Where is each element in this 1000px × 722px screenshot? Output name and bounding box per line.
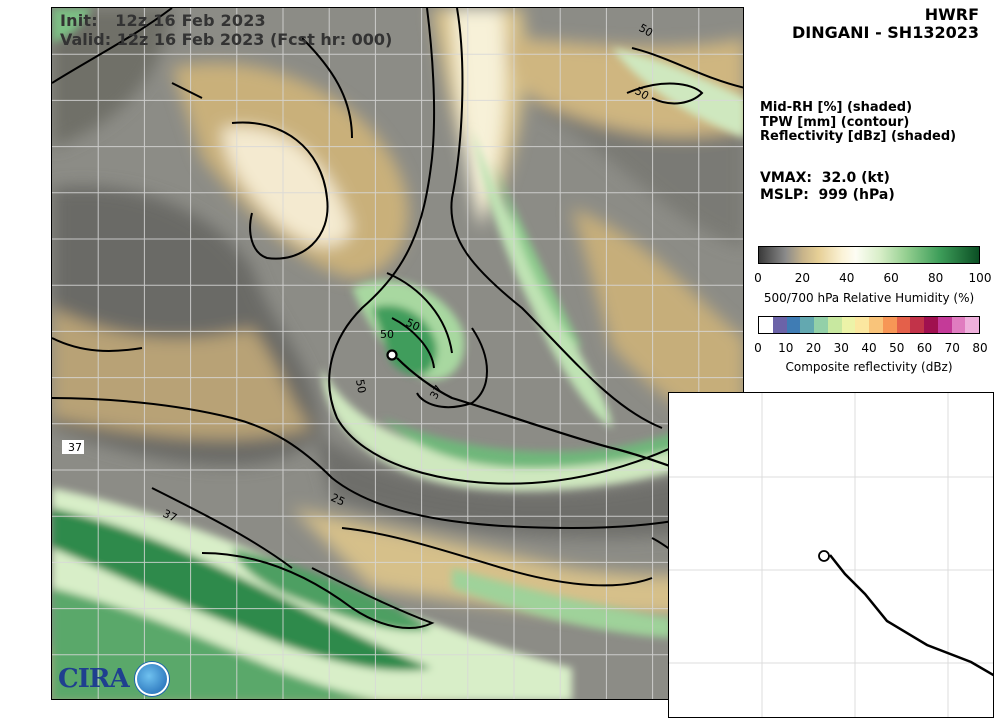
- reflectivity-tick-label: 30: [833, 341, 849, 355]
- reflectivity-swatch: [924, 317, 938, 333]
- reflectivity-tick-label: 40: [861, 341, 877, 355]
- rh-tick-label: 0: [754, 271, 762, 285]
- reflectivity-swatch: [759, 317, 773, 333]
- reflectivity-swatch: [814, 317, 828, 333]
- globe-icon: [134, 662, 169, 696]
- rh-tick-label: 100: [968, 271, 992, 285]
- storm-position-marker: [386, 349, 398, 361]
- map-panel: 50 50 50 50 50 37 37 25 37: [51, 7, 744, 700]
- mslp-readout: MSLP: 999 (hPa): [760, 187, 895, 203]
- reflectivity-swatch: [910, 317, 924, 333]
- rh-tick-label: 40: [839, 271, 855, 285]
- legend-refl: Reflectivity [dBz] (shaded): [760, 129, 957, 144]
- reflectivity-swatch: [827, 317, 842, 333]
- rh-tick-label: 20: [794, 271, 811, 285]
- reflectivity-swatch: [786, 317, 801, 333]
- map-svg: 50 50 50 50 50 37 37 25 37: [52, 8, 743, 699]
- contour-label: 50: [380, 328, 394, 341]
- reflectivity-tick-label: 10: [778, 341, 794, 355]
- legend-tpw: TPW [mm] (contour): [760, 115, 910, 130]
- track-inset-map: [668, 392, 994, 718]
- reflectivity-tick-label: 60: [916, 341, 933, 355]
- reflectivity-swatch: [937, 317, 952, 333]
- reflectivity-tick-label: 80: [972, 341, 988, 355]
- reflectivity-colorbar-title: Composite reflectivity (dBz): [785, 360, 953, 374]
- reflectivity-swatch: [896, 317, 911, 333]
- logo-text: CIRA: [58, 664, 130, 694]
- cira-logo: CIRA: [58, 662, 169, 696]
- inset-svg: [669, 393, 993, 717]
- reflectivity-swatch: [951, 317, 966, 333]
- legend-rh: Mid-RH [%] (shaded): [760, 100, 913, 115]
- reflectivity-swatch: [772, 317, 787, 333]
- inset-storm-marker: [818, 550, 830, 562]
- reflectivity-swatch: [965, 317, 979, 333]
- model-name: HWRF: [924, 5, 979, 24]
- reflectivity-swatch: [855, 317, 869, 333]
- reflectivity-swatch: [869, 317, 883, 333]
- reflectivity-swatch: [800, 317, 814, 333]
- init-time: Init: 12z 16 Feb 2023: [60, 11, 266, 30]
- rh-tick-label: 80: [927, 271, 944, 285]
- vmax-readout: VMAX: 32.0 (kt): [760, 170, 890, 186]
- reflectivity-tick-label: 0: [754, 341, 762, 355]
- storm-name: DINGANI - SH132023: [792, 23, 979, 42]
- reflectivity-tick-label: 20: [805, 341, 822, 355]
- reflectivity-swatch: [882, 317, 897, 333]
- reflectivity-colorbar: [758, 316, 980, 334]
- rh-colorbar-title: 500/700 hPa Relative Humidity (%): [763, 291, 975, 305]
- contour-label: 50: [353, 378, 368, 394]
- rh-tick-label: 60: [883, 271, 899, 285]
- rh-colorbar: [758, 246, 980, 264]
- reflectivity-tick-label: 70: [944, 341, 960, 355]
- valid-time: Valid: 12z 16 Feb 2023 (Fcst hr: 000): [60, 30, 393, 49]
- left-contour-label: 37: [68, 441, 82, 454]
- reflectivity-tick-label: 50: [889, 341, 905, 355]
- reflectivity-swatch: [841, 317, 856, 333]
